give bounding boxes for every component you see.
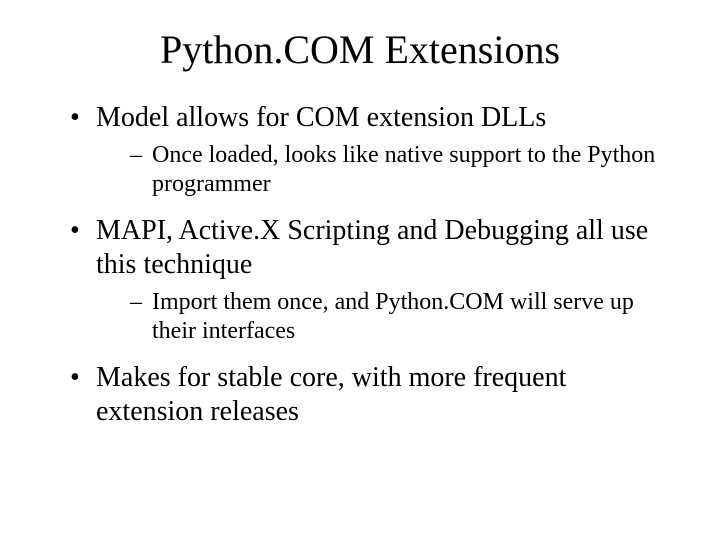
list-item: Import them once, and Python.COM will se…	[130, 288, 680, 347]
slide: Python.COM Extensions Model allows for C…	[0, 0, 720, 540]
bullet-text: Once loaded, looks like native support t…	[152, 142, 655, 197]
bullet-text: Model allows for COM extension DLLs	[96, 102, 546, 133]
list-item: Once loaded, looks like native support t…	[130, 141, 680, 200]
list-item: MAPI, Active.X Scripting and Debugging a…	[70, 214, 680, 347]
sub-list: Import them once, and Python.COM will se…	[96, 288, 680, 347]
sub-list: Once loaded, looks like native support t…	[96, 141, 680, 200]
bullet-list: Model allows for COM extension DLLs Once…	[40, 101, 680, 429]
bullet-text: Makes for stable core, with more frequen…	[96, 362, 566, 427]
list-item: Makes for stable core, with more frequen…	[70, 361, 680, 429]
bullet-text: MAPI, Active.X Scripting and Debugging a…	[96, 215, 648, 280]
bullet-text: Import them once, and Python.COM will se…	[152, 289, 634, 344]
list-item: Model allows for COM extension DLLs Once…	[70, 101, 680, 200]
slide-title: Python.COM Extensions	[40, 26, 680, 73]
